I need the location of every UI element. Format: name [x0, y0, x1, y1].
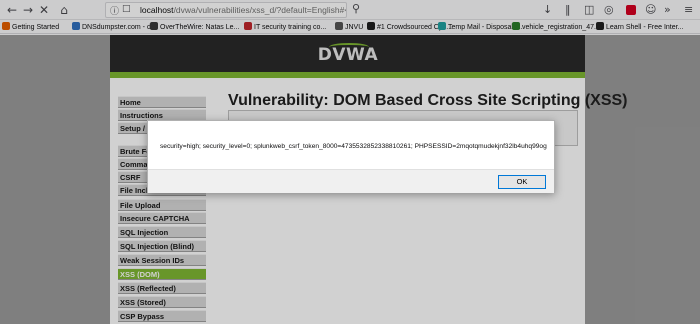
ok-button[interactable]: OK [498, 175, 546, 189]
modal-overlay: security=high; security_level=0; splunkw… [0, 0, 700, 324]
alert-dialog: security=high; security_level=0; splunkw… [147, 120, 555, 193]
dialog-footer: OK [148, 169, 554, 193]
alert-message: security=high; security_level=0; splunkw… [160, 143, 547, 150]
